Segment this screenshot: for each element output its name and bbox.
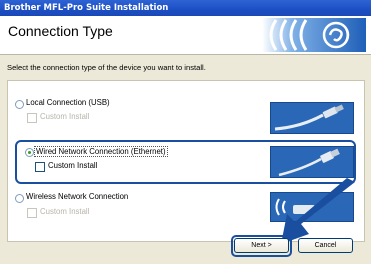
usb-custom-install-checkbox[interactable] [27, 113, 37, 123]
wired-radio[interactable] [25, 148, 34, 157]
window-title: Brother MFL-Pro Suite Installation [0, 0, 371, 16]
ethernet-cable-icon [270, 146, 354, 178]
instruction-text: Select the connection type of the device… [7, 63, 206, 72]
usb-custom-install-label: Custom Install [40, 112, 90, 121]
wireless-label[interactable]: Wireless Network Connection [26, 192, 128, 201]
header-banner: Connection Type [0, 16, 371, 55]
cancel-button[interactable]: Cancel [298, 238, 353, 253]
installer-window: Brother MFL-Pro Suite Installation Conne… [0, 0, 371, 264]
page-title: Connection Type [8, 23, 113, 39]
network-waves-icon [262, 18, 366, 52]
usb-cable-icon [270, 102, 354, 134]
wired-custom-install-label[interactable]: Custom Install [48, 161, 97, 170]
usb-radio[interactable] [15, 100, 24, 109]
wired-label[interactable]: Wired Network Connection (Ethernet) [34, 146, 168, 157]
wired-custom-install-checkbox[interactable] [35, 162, 45, 172]
wireless-custom-install-label: Custom Install [40, 207, 90, 216]
next-button[interactable]: Next > [234, 238, 289, 253]
usb-label[interactable]: Local Connection (USB) [26, 98, 110, 107]
wireless-custom-install-checkbox[interactable] [27, 208, 37, 218]
wireless-radio[interactable] [15, 194, 24, 203]
